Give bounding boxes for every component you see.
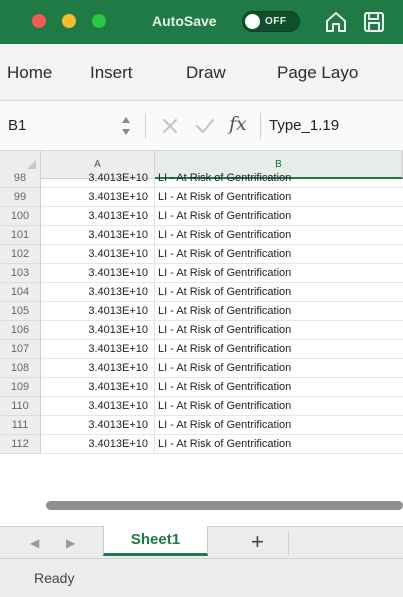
cell-a[interactable]: 3.4013E+10 [41, 435, 155, 454]
cell-b[interactable]: LI - At Risk of Gentrification [155, 264, 403, 283]
row-header[interactable]: 105 [0, 302, 41, 321]
cell-a[interactable]: 3.4013E+10 [41, 416, 155, 435]
cell-b[interactable]: LI - At Risk of Gentrification [155, 207, 403, 226]
cell-b[interactable]: LI - At Risk of Gentrification [155, 397, 403, 416]
cell-b[interactable]: LI - At Risk of Gentrification [155, 416, 403, 435]
cell-b[interactable]: LI - At Risk of Gentrification [155, 245, 403, 264]
formula-separator [145, 113, 146, 139]
row-header[interactable]: 110 [0, 397, 41, 416]
table-row: 111 3.4013E+10 LI - At Risk of Gentrificat… [0, 416, 403, 435]
cancel-icon[interactable] [160, 116, 180, 136]
tab-home[interactable]: Home [7, 63, 52, 83]
spreadsheet-grid[interactable]: A B 98 3.4013E+10 LI - At Risk of Gentrifi… [0, 151, 403, 526]
cell-a[interactable]: 3.4013E+10 [41, 378, 155, 397]
cell-a[interactable]: 3.4013E+10 [41, 321, 155, 340]
close-window-button[interactable] [32, 14, 46, 28]
cell-a[interactable]: 3.4013E+10 [41, 340, 155, 359]
row-header[interactable]: 100 [0, 207, 41, 226]
row-header[interactable]: 112 [0, 435, 41, 454]
table-row: 104 3.4013E+10 LI - At Risk of Gentrificat… [0, 283, 403, 302]
formula-separator [260, 113, 261, 139]
cell-b[interactable]: LI - At Risk of Gentrification [155, 169, 403, 188]
cell-a[interactable]: 3.4013E+10 [41, 264, 155, 283]
cell-b[interactable]: LI - At Risk of Gentrification [155, 302, 403, 321]
cell-b[interactable]: LI - At Risk of Gentrification [155, 226, 403, 245]
enter-icon[interactable] [194, 116, 216, 136]
cell-a[interactable]: 3.4013E+10 [41, 188, 155, 207]
name-box[interactable]: B1 [8, 117, 26, 134]
row-header[interactable]: 101 [0, 226, 41, 245]
row-header[interactable]: 103 [0, 264, 41, 283]
cell-b[interactable]: LI - At Risk of Gentrification [155, 321, 403, 340]
table-row: 99 3.4013E+10 LI - At Risk of Gentrificati… [0, 188, 403, 207]
cell-a[interactable]: 3.4013E+10 [41, 283, 155, 302]
add-sheet-button[interactable]: + [251, 530, 264, 554]
table-row: 103 3.4013E+10 LI - At Risk of Gentrificat… [0, 264, 403, 283]
table-row: 100 3.4013E+10 LI - At Risk of Gentrificat… [0, 207, 403, 226]
row-header[interactable]: 111 [0, 416, 41, 435]
cell-b[interactable]: LI - At Risk of Gentrification [155, 340, 403, 359]
cell-b[interactable]: LI - At Risk of Gentrification [155, 359, 403, 378]
tab-insert[interactable]: Insert [90, 63, 133, 83]
table-row: 102 3.4013E+10 LI - At Risk of Gentrificat… [0, 245, 403, 264]
autosave-toggle[interactable]: OFF [242, 11, 300, 32]
table-row: 98 3.4013E+10 LI - At Risk of Gentrificati… [0, 169, 403, 188]
table-row: 109 3.4013E+10 LI - At Risk of Gentrificat… [0, 378, 403, 397]
autosave-label: AutoSave [152, 13, 217, 29]
cell-a[interactable]: 3.4013E+10 [41, 207, 155, 226]
stepper-icon[interactable] [119, 112, 133, 140]
table-row: 108 3.4013E+10 LI - At Risk of Gentrificat… [0, 359, 403, 378]
cell-b[interactable]: LI - At Risk of Gentrification [155, 378, 403, 397]
cell-a[interactable]: 3.4013E+10 [41, 245, 155, 264]
row-header[interactable]: 107 [0, 340, 41, 359]
sheet-tab-bar: ◀ ▶ Sheet1 + [0, 526, 403, 559]
row-header[interactable]: 99 [0, 188, 41, 207]
sheet-bar-separator [288, 531, 289, 555]
cell-a[interactable]: 3.4013E+10 [41, 226, 155, 245]
row-header[interactable]: 109 [0, 378, 41, 397]
save-icon[interactable] [361, 9, 387, 35]
cell-a[interactable]: 3.4013E+10 [41, 359, 155, 378]
formula-input[interactable]: Type_1.19 [269, 117, 339, 134]
cell-a[interactable]: 3.4013E+10 [41, 397, 155, 416]
cell-b[interactable]: LI - At Risk of Gentrification [155, 435, 403, 454]
cell-a[interactable]: 3.4013E+10 [41, 169, 155, 188]
tab-page-layout[interactable]: Page Layo [277, 63, 358, 83]
title-bar: AutoSave OFF [0, 0, 403, 44]
row-header[interactable]: 106 [0, 321, 41, 340]
chevron-left-icon[interactable]: ◀ [30, 536, 39, 550]
horizontal-scrollbar[interactable] [46, 501, 403, 510]
row-header[interactable]: 108 [0, 359, 41, 378]
cell-b[interactable]: LI - At Risk of Gentrification [155, 188, 403, 207]
home-icon[interactable] [323, 9, 349, 35]
chevron-right-icon[interactable]: ▶ [66, 536, 75, 550]
minimize-window-button[interactable] [62, 14, 76, 28]
tab-draw[interactable]: Draw [186, 63, 226, 83]
autosave-state: OFF [265, 16, 287, 27]
ribbon-tabs: Home Insert Draw Page Layo [0, 44, 403, 101]
table-row: 106 3.4013E+10 LI - At Risk of Gentrificat… [0, 321, 403, 340]
row-header[interactable]: 102 [0, 245, 41, 264]
toggle-knob [245, 14, 260, 29]
status-text: Ready [34, 570, 75, 586]
table-row: 105 3.4013E+10 LI - At Risk of Gentrificat… [0, 302, 403, 321]
cell-b[interactable]: LI - At Risk of Gentrification [155, 283, 403, 302]
table-row: 112 3.4013E+10 LI - At Risk of Gentrificat… [0, 435, 403, 454]
formula-bar: B1 fx Type_1.19 [0, 101, 403, 151]
table-row: 110 3.4013E+10 LI - At Risk of Gentrificat… [0, 397, 403, 416]
row-header[interactable]: 104 [0, 283, 41, 302]
status-bar: Ready [0, 559, 403, 597]
fx-icon[interactable]: fx [229, 113, 247, 135]
table-row: 107 3.4013E+10 LI - At Risk of Gentrificat… [0, 340, 403, 359]
cell-a[interactable]: 3.4013E+10 [41, 302, 155, 321]
table-row: 101 3.4013E+10 LI - At Risk of Gentrificat… [0, 226, 403, 245]
row-header[interactable]: 98 [0, 169, 41, 188]
sheet-tab-sheet1[interactable]: Sheet1 [103, 526, 208, 556]
zoom-window-button[interactable] [92, 14, 106, 28]
